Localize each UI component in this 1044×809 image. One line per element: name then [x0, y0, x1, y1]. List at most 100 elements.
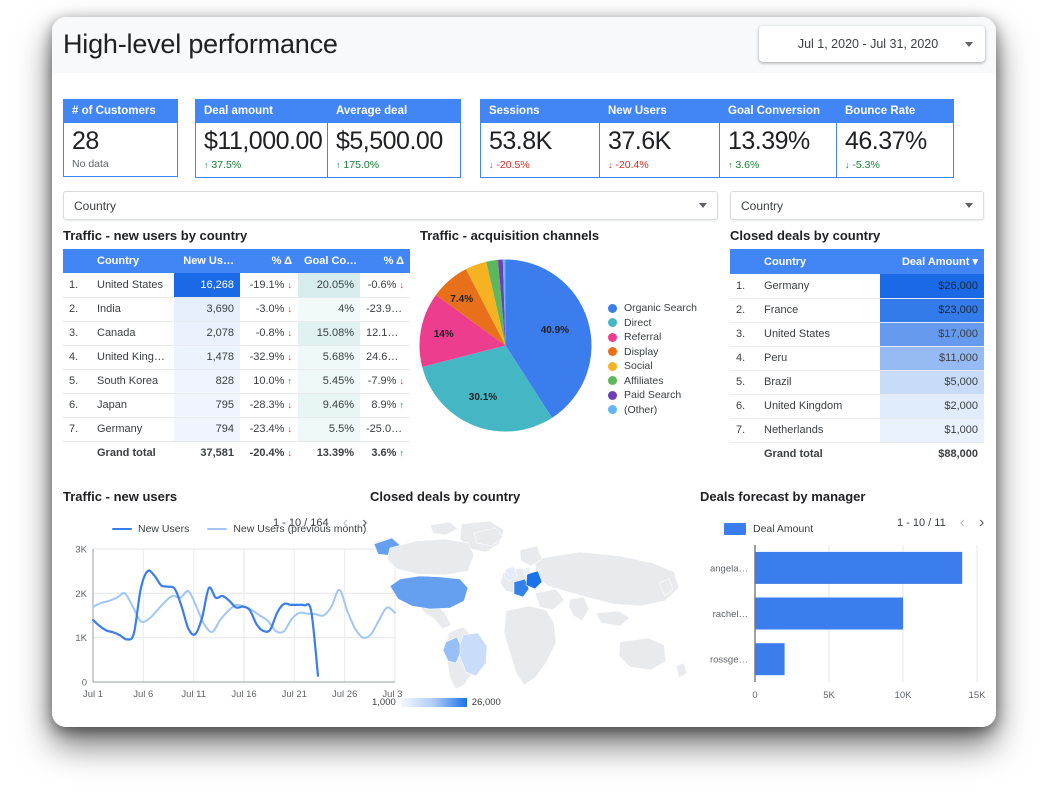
legend-item[interactable]: Organic Search — [608, 301, 697, 316]
table-total-row: Grand total 37,581 -20.4% ↓ 13.39% 3.6% ↑ — [63, 440, 410, 465]
col-deal-amount[interactable]: Deal Amount ▾ — [880, 249, 984, 274]
arrow-up-icon: ↑ — [336, 159, 341, 170]
table-row[interactable]: 5. Brazil $5,000 — [730, 370, 984, 395]
table-row[interactable]: 7. Germany 794 -23.4% ↓ 5.5% -25.0% ↓ — [63, 417, 410, 442]
date-range-picker[interactable]: Jul 1, 2020 - Jul 31, 2020 — [759, 26, 985, 62]
col-new-users[interactable]: New Us… — [174, 249, 240, 273]
table-row[interactable]: 4. Peru $11,000 — [730, 346, 984, 371]
legend-label: Paid Search — [624, 389, 682, 402]
cell-country: India — [91, 297, 174, 322]
line-chart[interactable]: 0 1K 2K 3K Jul 1 Jul 6 Jul 11 Jul 16 Jul 21 Jul 2… — [63, 543, 407, 713]
table-row[interactable]: 3. Canada 2,078 -0.8% ↓ 15.08% 12.1% ↑ — [63, 321, 410, 346]
legend-item[interactable]: Paid Search — [608, 388, 697, 403]
scorecard-label: Goal Conversion — [720, 100, 836, 123]
table-row[interactable]: 4. United King… 1,478 -32.9% ↓ 5.68% 24.6% ↑ — [63, 345, 410, 370]
scorecard-group-traffic: Sessions 53.8K ↓ -20.5% New Users 37.6K … — [480, 99, 954, 178]
legend-swatch — [608, 318, 617, 328]
bar-chart-legend: Deal Amount — [724, 523, 813, 535]
legend-swatch — [608, 303, 617, 313]
arrow-down-icon: ↓ — [845, 159, 850, 170]
row-index: 4. — [730, 346, 758, 371]
legend-item[interactable]: (Other) — [608, 403, 697, 418]
table-row[interactable]: 7. Netherlands $1,000 — [730, 418, 984, 443]
arrow-down-icon: ↓ — [287, 328, 293, 338]
col-country[interactable]: Country — [758, 249, 880, 274]
chevron-down-icon — [965, 203, 973, 208]
map-legend: 1,000 26,000 — [372, 697, 501, 708]
traffic-table[interactable]: Country New Us… % Δ Goal Co… % Δ 1. Unite… — [63, 249, 410, 465]
legend-item-new-users[interactable]: New Users — [112, 523, 189, 535]
cell-country: Japan — [91, 393, 174, 418]
legend-item[interactable]: Affiliates — [608, 374, 697, 389]
deals-table[interactable]: Country Deal Amount ▾ 1. Germany $26,000 2.… — [730, 249, 984, 466]
cell-new-users-delta: 10.0% ↑ — [240, 369, 298, 394]
delta-value: 37.5% — [211, 158, 242, 171]
col-goal-delta[interactable]: % Δ — [360, 249, 410, 273]
scorecard-goal-conversion[interactable]: Goal Conversion 13.39% ↑ 3.6% — [720, 99, 837, 178]
bar-chart-svg: 0 5K 10K 15K angela… rachel… rossge… — [710, 545, 986, 701]
arrow-down-icon: ↓ — [287, 304, 293, 314]
row-index: 1. — [730, 274, 758, 299]
chevron-left-icon[interactable]: ‹ — [960, 515, 965, 531]
table-row[interactable]: 2. India 3,690 -3.0% ↓ 4% -23.9% ↓ — [63, 297, 410, 322]
acquisition-pie-chart[interactable] — [418, 258, 593, 433]
scorecard-customers[interactable]: # of Customers 28 No data — [63, 99, 178, 177]
chevron-right-icon[interactable]: › — [979, 515, 984, 531]
table-row[interactable]: 1. United States 16,268 -19.1% ↓ 20.05% -0.6%… — [63, 273, 410, 298]
col-index[interactable] — [730, 249, 758, 274]
col-new-users-delta[interactable]: % Δ — [240, 249, 298, 273]
legend-item-new-users-prev[interactable]: New Users (previous month) — [207, 523, 366, 535]
cell-goal-conversion: 5.68% — [298, 345, 360, 370]
scorecard-delta: ↑ 3.6% — [728, 159, 828, 171]
bar[interactable] — [755, 643, 785, 676]
map-svg — [373, 520, 688, 690]
table-row[interactable]: 1. Germany $26,000 — [730, 274, 984, 299]
filter-country-right[interactable]: Country — [730, 191, 984, 220]
col-index[interactable] — [63, 249, 91, 273]
bar-chart[interactable]: 0 5K 10K 15K angela… rachel… rossge… — [697, 541, 987, 713]
filter-country-left[interactable]: Country — [63, 191, 718, 220]
legend-item[interactable]: Social — [608, 359, 697, 374]
table-row[interactable]: 6. United Kingdom $2,000 — [730, 394, 984, 419]
scorecard-average-deal[interactable]: Average deal $5,500.00 ↑ 175.0% — [328, 99, 461, 178]
scorecard-bounce-rate[interactable]: Bounce Rate 46.37% ↓ -5.3% — [837, 99, 954, 178]
arrow-up-icon: ↑ — [400, 328, 405, 338]
scorecard-value: $11,000.00 — [204, 127, 323, 155]
legend-item[interactable]: Direct — [608, 316, 697, 331]
row-index: 2. — [730, 298, 758, 323]
legend-item[interactable]: Referral — [608, 330, 697, 345]
legend-item[interactable]: Display — [608, 345, 697, 360]
arrow-down-icon: ↓ — [403, 304, 409, 314]
col-goal-conversion[interactable]: Goal Co… — [298, 249, 360, 273]
table-row[interactable]: 3. United States $17,000 — [730, 322, 984, 347]
cell-country: South Korea — [91, 369, 174, 394]
pie-legend: Organic Search Direct Referral Display Socia… — [608, 301, 697, 417]
x-tick-label: Jul 16 — [231, 689, 256, 700]
arrow-down-icon: ↓ — [287, 424, 293, 434]
table-row[interactable]: 5. South Korea 828 10.0% ↑ 5.45% -7.9% ↓ — [63, 369, 410, 394]
scorecard-value: 46.37% — [845, 127, 927, 155]
pager-range: 1 - 10 / 11 — [897, 517, 946, 529]
legend-label: Affiliates — [624, 374, 664, 387]
choropleth-map[interactable] — [370, 513, 695, 703]
cell-country: Germany — [758, 274, 880, 299]
table-row[interactable]: 6. Japan 795 -28.3% ↓ 9.46% 8.9% ↑ — [63, 393, 410, 418]
scorecard-new-users[interactable]: New Users 37.6K ↓ -20.4% — [600, 99, 720, 178]
scorecard-sessions[interactable]: Sessions 53.8K ↓ -20.5% — [480, 99, 600, 178]
bar[interactable] — [755, 597, 903, 630]
filter-value: Country — [741, 198, 784, 213]
map-region[interactable] — [386, 538, 475, 576]
bar[interactable] — [755, 551, 963, 584]
row-index: 4. — [63, 345, 91, 370]
table-total-row: Grand total $88,000 — [730, 441, 984, 466]
arrow-down-icon: ↓ — [608, 159, 613, 170]
col-country[interactable]: Country — [91, 249, 174, 273]
pie-slice-label: 30.1% — [468, 392, 498, 404]
table-row[interactable]: 2. France $23,000 — [730, 298, 984, 323]
arrow-down-icon: ↓ — [287, 400, 293, 410]
deals-table-pager[interactable]: 1 - 10 / 11 ‹ › — [897, 515, 984, 531]
cell-goal-conversion: 5.5% — [298, 417, 360, 442]
scorecard-deal-amount[interactable]: Deal amount $11,000.00 ↑ 37.5% — [195, 99, 328, 178]
map-region[interactable] — [389, 575, 469, 610]
cell-deal-amount: $23,000 — [880, 298, 984, 323]
